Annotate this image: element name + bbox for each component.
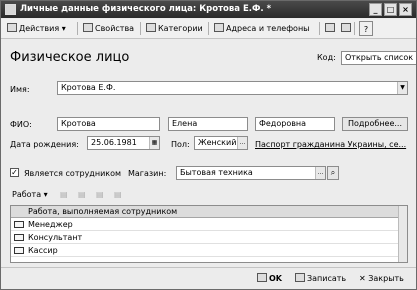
footer-bar: OK Записать ✕ Закрыть	[1, 267, 416, 289]
first-name-field[interactable]: Елена	[168, 117, 248, 131]
row-icon	[14, 234, 24, 241]
save-button[interactable]: Записать	[293, 271, 348, 286]
name-dropdown-icon[interactable]: ▼	[397, 82, 407, 94]
code-label: Код:	[317, 53, 336, 62]
store-value: Бытовая техника	[180, 168, 253, 177]
work-menu[interactable]: Работа ▾	[10, 187, 50, 202]
gender-select-icon[interactable]: …	[237, 137, 247, 149]
categories-icon	[146, 23, 156, 32]
table-row[interactable]: Менеджер	[11, 219, 399, 231]
edit-row-icon[interactable]: ▤	[94, 187, 106, 202]
close-window-button[interactable]: ×	[399, 3, 412, 16]
edit-button[interactable]	[323, 21, 339, 36]
name-field[interactable]: Кротова Е.Ф. ▼	[57, 81, 408, 95]
name-label: Имя:	[10, 85, 30, 94]
row-text: Менеджер	[28, 220, 73, 229]
save-label: Записать	[307, 274, 347, 283]
toolbar-separator	[140, 22, 141, 35]
help-button[interactable]: ?	[359, 21, 373, 36]
form-heading: Физическое лицо	[10, 50, 130, 65]
table-header: Работа, выполняемая сотрудником	[11, 206, 399, 218]
fio-label: ФИО:	[10, 120, 32, 129]
history-button[interactable]	[339, 21, 355, 36]
last-name-field[interactable]: Кротова	[57, 117, 160, 131]
birth-date-label: Дата рождения:	[10, 140, 79, 149]
addresses-phones-button[interactable]: Адреса и телефоны	[212, 21, 312, 36]
employee-label: Является сотрудником	[24, 169, 122, 178]
ok-label: OK	[269, 274, 282, 283]
row-text: Кассир	[28, 246, 58, 255]
addresses-label: Адреса и телефоны	[226, 24, 310, 33]
work-menu-label: Работа	[12, 190, 42, 199]
ok-icon	[257, 273, 267, 282]
name-value: Кротова Е.Ф.	[61, 83, 116, 92]
table-row[interactable]: Кассир	[11, 245, 399, 257]
categories-label: Категории	[158, 24, 203, 33]
more-button[interactable]: Подробнее...	[342, 117, 408, 131]
store-search-icon[interactable]: ⌕	[327, 166, 339, 180]
maximize-button[interactable]: □	[384, 3, 397, 16]
actions-icon	[7, 23, 17, 32]
minimize-button[interactable]: _	[369, 3, 382, 16]
store-label: Магазин:	[128, 169, 167, 178]
gender-field[interactable]: Женский …	[194, 136, 248, 150]
add-row-icon[interactable]: ▤	[58, 187, 70, 202]
history-icon	[341, 23, 351, 32]
person-window: Личные данные физического лица: Кротова …	[0, 0, 417, 290]
birth-date-value: 25.06.1981	[91, 138, 137, 147]
toolbar-separator	[77, 22, 78, 35]
work-column-header: Работа, выполняемая сотрудником	[28, 207, 178, 216]
actions-menu[interactable]: Действия ▾	[5, 21, 68, 36]
passport-link[interactable]: Паспорт гражданина Украины, се...	[255, 140, 406, 149]
categories-button[interactable]: Категории	[144, 21, 205, 36]
actions-label: Действия	[19, 24, 60, 33]
row-icon	[14, 247, 24, 254]
table-scrollbar[interactable]	[398, 206, 407, 262]
employee-checkbox[interactable]: ✓	[10, 168, 19, 177]
gender-value: Женский	[198, 138, 237, 147]
title-bar[interactable]: Личные данные физического лица: Кротова …	[1, 1, 416, 18]
window-title: Личные данные физического лица: Кротова …	[20, 4, 272, 14]
app-icon	[5, 4, 16, 15]
delete-row-icon[interactable]: ▤	[112, 187, 124, 202]
close-button[interactable]: ✕ Закрыть	[357, 271, 406, 286]
table-row[interactable]: Консультант	[11, 232, 399, 244]
copy-row-icon[interactable]: ▤	[76, 187, 88, 202]
store-field[interactable]: Бытовая техника …	[176, 166, 326, 180]
store-select-icon[interactable]: …	[315, 167, 325, 179]
close-icon: ✕	[359, 274, 366, 283]
properties-label: Свойства	[95, 24, 135, 33]
code-field[interactable]: Открыть список д	[341, 51, 416, 65]
toolbar-separator	[354, 22, 355, 35]
row-icon	[14, 221, 24, 228]
toolbar-separator	[208, 22, 209, 35]
edit-icon	[325, 23, 335, 32]
addresses-icon	[214, 23, 224, 32]
properties-button[interactable]: Свойства	[81, 21, 136, 36]
close-label: Закрыть	[368, 274, 404, 283]
middle-name-field[interactable]: Федоровна	[255, 117, 335, 131]
properties-icon	[83, 23, 93, 32]
ok-button[interactable]: OK	[255, 271, 284, 286]
work-table[interactable]: Работа, выполняемая сотрудником Менеджер…	[10, 205, 408, 263]
save-icon	[295, 273, 305, 282]
calendar-icon[interactable]: ▦	[149, 137, 159, 149]
toolbar: Действия ▾ Свойства Категории Адреса и т…	[1, 19, 416, 39]
row-text: Консультант	[28, 233, 83, 242]
gender-label: Пол:	[171, 140, 190, 149]
toolbar-separator	[319, 22, 320, 35]
birth-date-field[interactable]: 25.06.1981 ▦	[87, 136, 160, 150]
